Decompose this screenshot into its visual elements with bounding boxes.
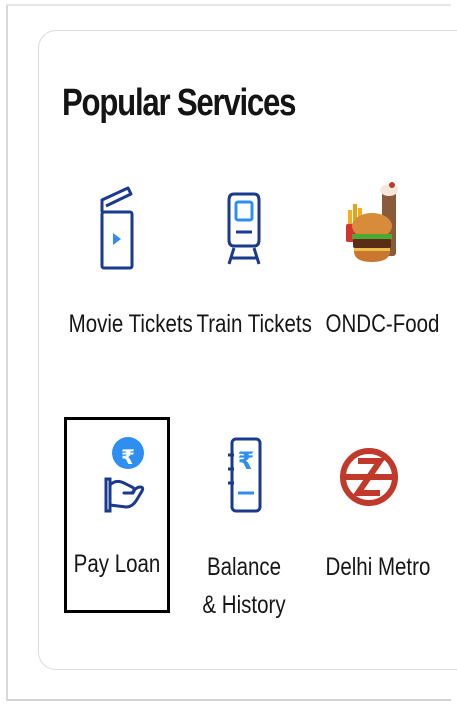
rupee-glyph: ₹ [237, 447, 255, 475]
service-label: ONDC-Food [325, 310, 440, 338]
service-label-line1: Balance [206, 553, 282, 581]
service-label: Delhi Metro [325, 553, 431, 581]
service-label: Movie Tickets [68, 310, 193, 338]
train-icon [226, 190, 262, 275]
movie-clapper-icon [98, 186, 138, 279]
service-movie-tickets[interactable]: Movie Tickets [58, 180, 193, 340]
service-delhi-metro[interactable]: Delhi Metro [316, 417, 431, 613]
service-balance-history[interactable]: ₹ Balance & History [186, 417, 302, 627]
food-burger-icon [342, 180, 402, 277]
delhi-metro-icon [338, 435, 400, 520]
balance-history-icon: ₹ [226, 435, 266, 520]
section-title: Popular Services [62, 82, 296, 124]
selection-highlight-box [64, 417, 170, 613]
service-label: Train Tickets [196, 310, 312, 338]
service-label-line2: & History [202, 591, 286, 619]
service-train-tickets[interactable]: Train Tickets [186, 180, 312, 340]
service-ondc-food[interactable]: ONDC-Food [316, 180, 440, 340]
